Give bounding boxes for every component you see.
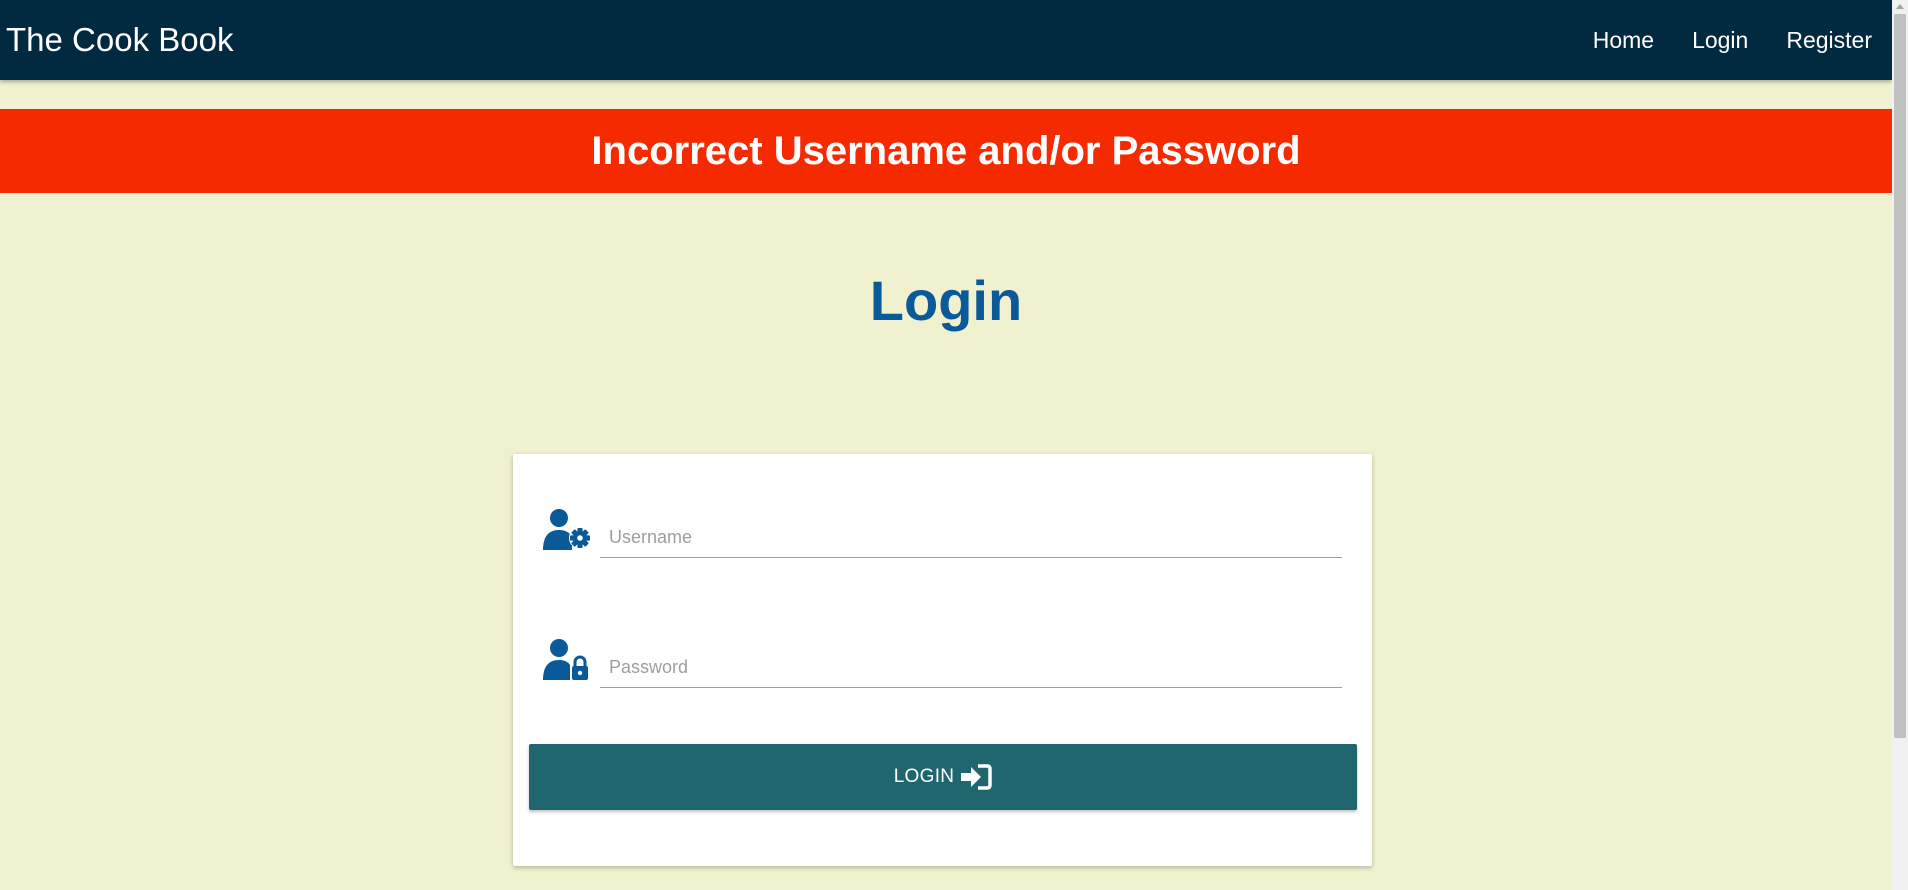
login-button[interactable]: LOGIN — [529, 744, 1357, 810]
password-input[interactable] — [600, 648, 1342, 688]
nav-links: Home Login Register — [1555, 27, 1872, 54]
brand-logo-link[interactable]: The Cook Book — [6, 21, 233, 59]
scroll-up-arrow-icon[interactable] — [1896, 4, 1904, 9]
user-gear-icon — [543, 509, 591, 550]
vertical-scrollbar[interactable] — [1892, 0, 1908, 890]
nav-link-home[interactable]: Home — [1593, 27, 1654, 54]
error-message: Incorrect Username and/or Password — [591, 128, 1301, 173]
login-button-label: LOGIN — [893, 766, 955, 787]
navbar: The Cook Book Home Login Register — [0, 0, 1892, 80]
user-lock-icon — [543, 639, 590, 682]
username-input[interactable] — [600, 518, 1342, 558]
error-banner: Incorrect Username and/or Password — [0, 109, 1892, 193]
login-form: LOGIN — [513, 454, 1372, 866]
page: The Cook Book Home Login Register Incorr… — [0, 0, 1908, 890]
nav-link-login[interactable]: Login — [1692, 27, 1748, 54]
username-row — [542, 508, 1342, 568]
nav-link-register[interactable]: Register — [1786, 27, 1872, 54]
sign-in-icon — [961, 764, 993, 790]
page-title: Login — [869, 269, 1023, 332]
scrollbar-thumb[interactable] — [1894, 14, 1906, 738]
password-row — [542, 638, 1342, 698]
